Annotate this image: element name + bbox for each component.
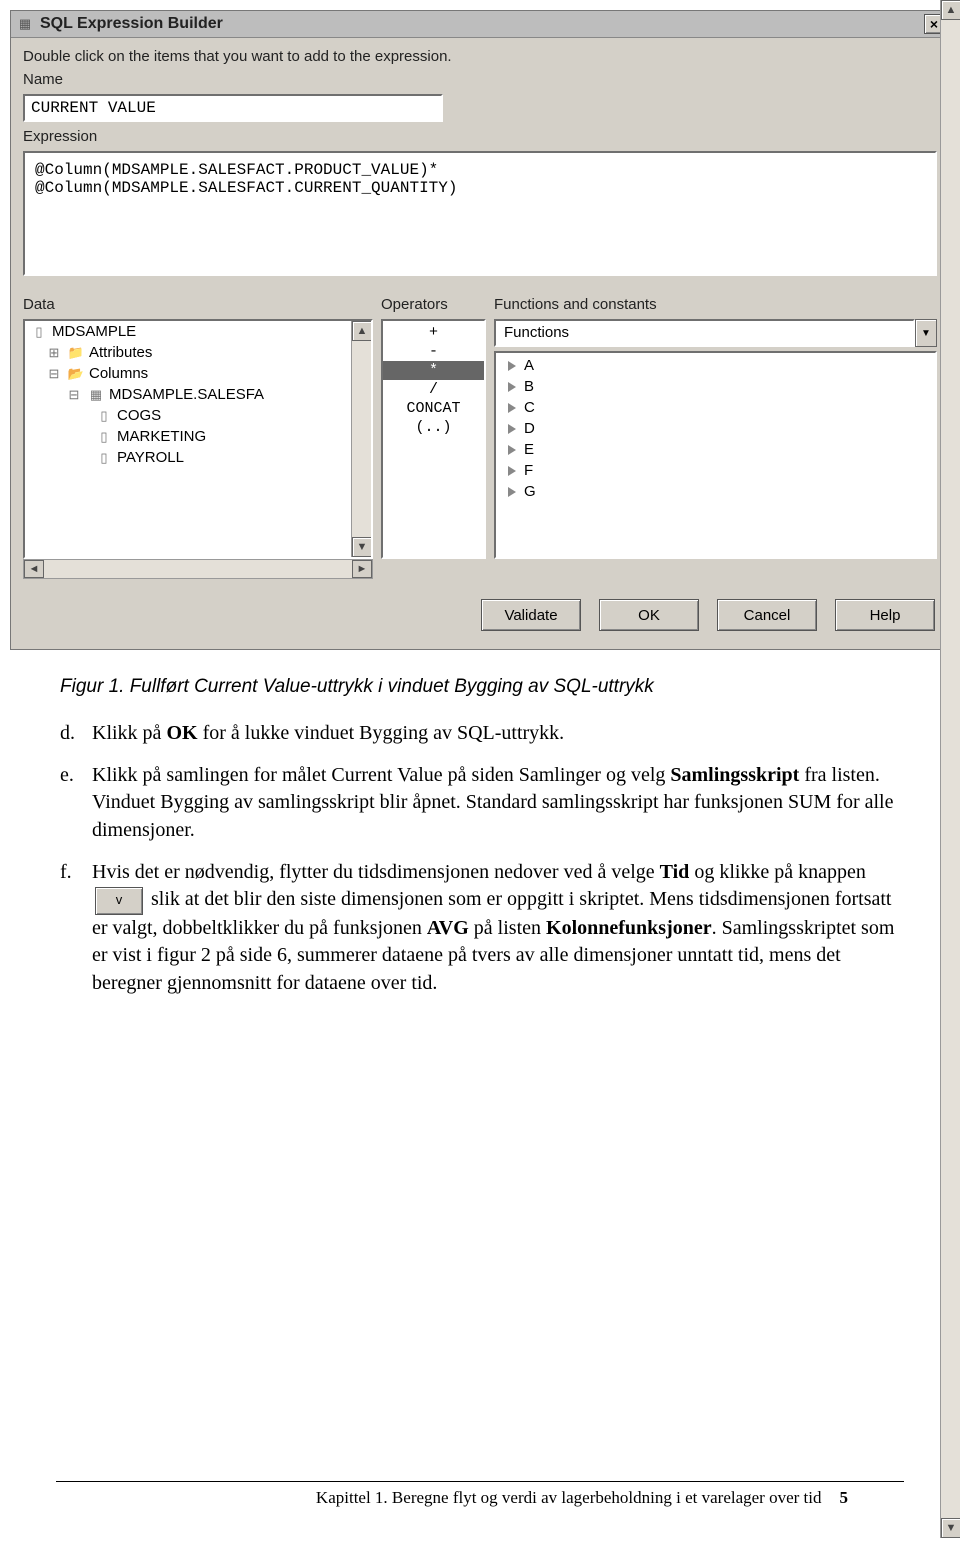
step-e: e. Klikk på samlingen for målet Current …: [60, 762, 900, 845]
column-icon: ▯: [95, 429, 113, 445]
op-multiply[interactable]: *: [383, 361, 484, 380]
data-scroll-h[interactable]: ◄►: [23, 559, 373, 579]
folder-closed-icon: 📁: [67, 345, 85, 361]
tree-node-columns[interactable]: ⊟📂Columns: [25, 363, 371, 384]
triangle-icon: [508, 361, 516, 371]
tree-node-salesfact[interactable]: ⊟▦MDSAMPLE.SALESFA: [25, 384, 371, 405]
page-footer: Kapittel 1. Beregne flyt og verdi av lag…: [56, 1481, 904, 1508]
folder-open-icon: 📂: [67, 366, 85, 382]
data-label: Data: [23, 296, 365, 313]
name-input[interactable]: CURRENT VALUE: [23, 94, 443, 122]
operators-list[interactable]: + - * / CONCAT (..): [381, 319, 486, 559]
triangle-icon: [508, 487, 516, 497]
tree-node-attributes[interactable]: ⊞📁Attributes: [25, 342, 371, 363]
sql-builder-window: ▦ SQL Expression Builder × Double click …: [10, 10, 950, 650]
fn-e[interactable]: E: [496, 439, 935, 460]
functions-list[interactable]: A B C D E F G ▲▼: [494, 351, 937, 559]
page-number: 5: [840, 1488, 849, 1508]
ok-button[interactable]: OK: [599, 599, 699, 631]
functions-combo-text[interactable]: Functions: [494, 319, 915, 347]
step-d: d. Klikk på OK for å lukke vinduet Byggi…: [60, 720, 900, 748]
button-row: Validate OK Cancel Help: [15, 579, 945, 645]
help-button[interactable]: Help: [835, 599, 935, 631]
fn-b[interactable]: B: [496, 376, 935, 397]
scroll-down-icon[interactable]: ▼: [941, 1518, 960, 1538]
op-minus[interactable]: -: [383, 342, 484, 361]
triangle-icon: [508, 445, 516, 455]
bold-avg: AVG: [427, 917, 469, 939]
footer-chapter: Kapittel 1. Beregne flyt og verdi av lag…: [316, 1488, 822, 1508]
folder-icon: ⊞: [45, 345, 63, 361]
bold-tid: Tid: [660, 861, 690, 883]
scroll-up-icon[interactable]: ▲: [352, 321, 372, 341]
scroll-up-icon[interactable]: ▲: [941, 0, 960, 20]
tree-node-payroll[interactable]: ▯PAYROLL: [25, 447, 371, 468]
functions-label: Functions and constants: [494, 296, 929, 313]
app-icon: ▦: [16, 15, 34, 33]
functions-combo[interactable]: Functions ▼: [494, 319, 937, 347]
expr-line2: @Column(MDSAMPLE.SALESFACT.CURRENT_QUANT…: [35, 179, 457, 197]
fn-f[interactable]: F: [496, 460, 935, 481]
tree-node-cogs[interactable]: ▯COGS: [25, 405, 371, 426]
triangle-icon: [508, 466, 516, 476]
figure-caption: Figur 1. Fullført Current Value-uttrykk …: [60, 674, 900, 700]
tree-node-mdsample[interactable]: ▯MDSAMPLE: [25, 321, 371, 342]
fn-c[interactable]: C: [496, 397, 935, 418]
db-icon: ▯: [30, 324, 48, 340]
column-icon: ▯: [95, 450, 113, 466]
data-scroll-v[interactable]: ▲▼: [351, 321, 371, 557]
bold-samlingsskript: Samlingsskript: [670, 764, 799, 786]
move-down-button-icon: v: [95, 887, 143, 915]
scroll-left-icon[interactable]: ◄: [24, 560, 44, 578]
instruction-text: Double click on the items that you want …: [23, 48, 937, 65]
document-body: Figur 1. Fullført Current Value-uttrykk …: [0, 650, 960, 997]
triangle-icon: [508, 403, 516, 413]
op-parens[interactable]: (..): [383, 418, 484, 437]
fn-g[interactable]: G: [496, 481, 935, 502]
op-concat[interactable]: CONCAT: [383, 399, 484, 418]
fn-d[interactable]: D: [496, 418, 935, 439]
op-plus[interactable]: +: [383, 323, 484, 342]
validate-button[interactable]: Validate: [481, 599, 581, 631]
titlebar[interactable]: ▦ SQL Expression Builder ×: [11, 11, 949, 38]
column-icon: ▯: [95, 408, 113, 424]
data-tree[interactable]: ▯MDSAMPLE ⊞📁Attributes ⊟📂Columns ⊟▦MDSAM…: [23, 319, 373, 559]
triangle-icon: [508, 424, 516, 434]
step-marker: d.: [60, 720, 92, 748]
window-title: SQL Expression Builder: [40, 15, 924, 33]
fn-scroll-v[interactable]: ▲▼: [940, 0, 960, 1538]
tree-node-marketing[interactable]: ▯MARKETING: [25, 426, 371, 447]
scroll-right-icon[interactable]: ►: [352, 560, 372, 578]
step-marker: f.: [60, 859, 92, 998]
expr-line1: @Column(MDSAMPLE.SALESFACT.PRODUCT_VALUE…: [35, 161, 438, 179]
bold-kolonnefunksjoner: Kolonnefunksjoner: [546, 917, 712, 939]
expression-input[interactable]: @Column(MDSAMPLE.SALESFACT.PRODUCT_VALUE…: [23, 151, 937, 276]
collapse-icon: ⊟: [65, 387, 83, 403]
bold-ok: OK: [166, 722, 197, 744]
operators-label: Operators: [381, 296, 478, 313]
triangle-icon: [508, 382, 516, 392]
cancel-button[interactable]: Cancel: [717, 599, 817, 631]
step-marker: e.: [60, 762, 92, 845]
scroll-down-icon[interactable]: ▼: [352, 537, 372, 557]
step-f: f. Hvis det er nødvendig, flytter du tid…: [60, 859, 900, 998]
expression-label: Expression: [23, 128, 937, 145]
op-divide[interactable]: /: [383, 380, 484, 399]
chevron-down-icon[interactable]: ▼: [915, 319, 937, 347]
table-icon: ▦: [87, 387, 105, 403]
fn-a[interactable]: A: [496, 355, 935, 376]
collapse-icon: ⊟: [45, 366, 63, 382]
name-label: Name: [23, 71, 937, 88]
